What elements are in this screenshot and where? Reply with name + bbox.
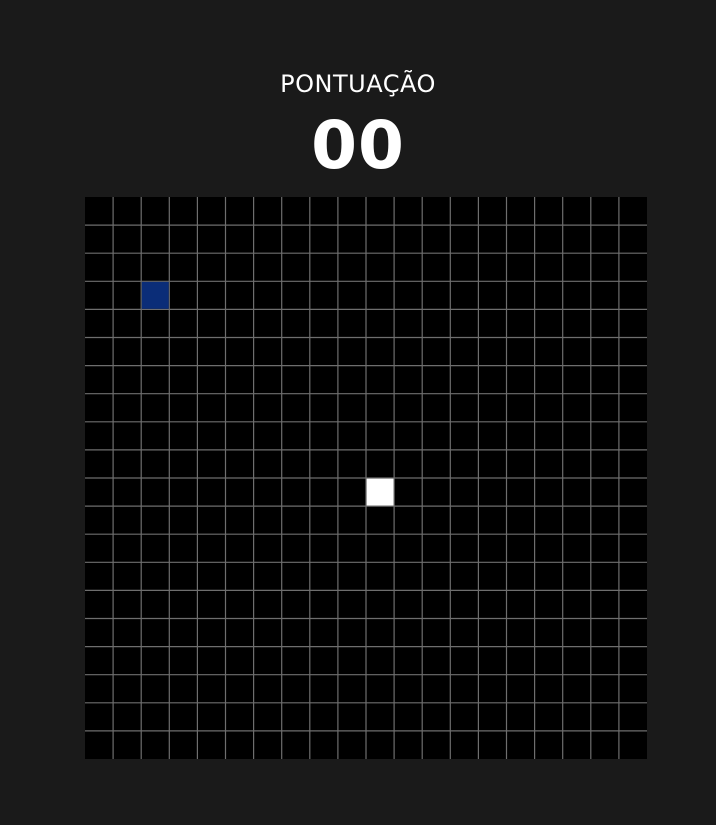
game-board-grid xyxy=(85,197,647,759)
snake-head xyxy=(366,478,394,506)
score-label: PONTUAÇÃO xyxy=(280,70,436,98)
score-value: 00 xyxy=(311,107,405,184)
game-board[interactable] xyxy=(85,197,647,759)
food-cell xyxy=(141,281,169,309)
